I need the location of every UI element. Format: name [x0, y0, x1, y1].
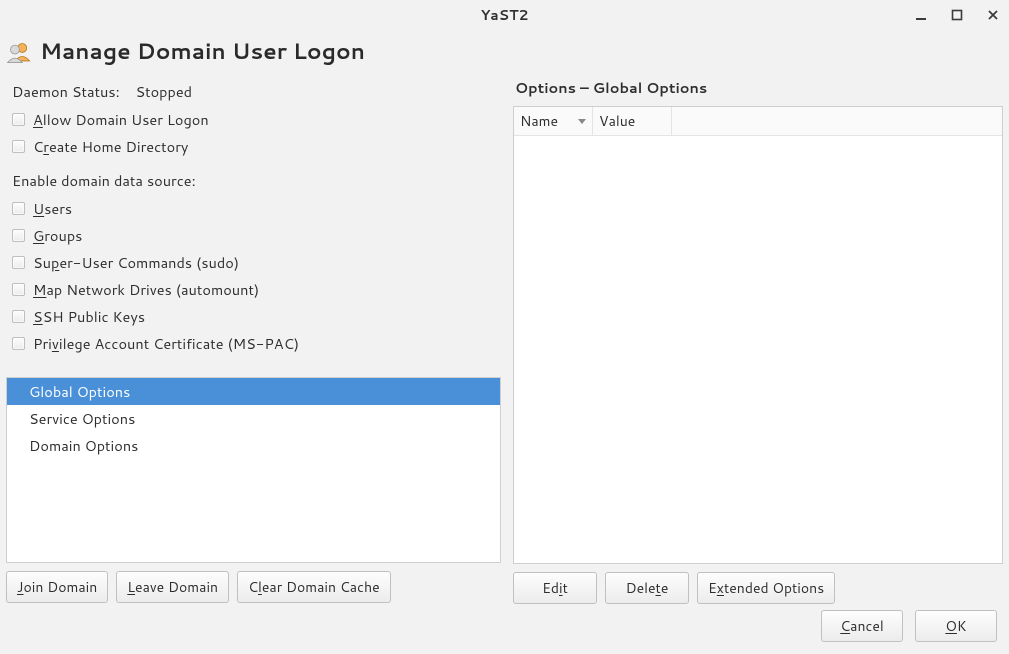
edit-button[interactable]: Edit: [513, 572, 597, 604]
table-header: Name Value: [514, 107, 1002, 136]
checkbox-create-home-input[interactable]: [12, 140, 25, 153]
checkbox-sudo[interactable]: Super-User Commands (sudo): [6, 249, 501, 276]
cancel-button[interactable]: Cancel: [821, 610, 903, 642]
dialog-footer: Cancel OK: [821, 610, 997, 642]
chevron-down-icon: [578, 119, 586, 124]
checkbox-sudo-input[interactable]: [12, 256, 25, 269]
options-item-domain[interactable]: Domain Options: [7, 432, 500, 459]
options-item-global[interactable]: Global Options: [7, 378, 500, 405]
titlebar: YaST2: [0, 0, 1009, 30]
table-body: [514, 136, 1002, 563]
options-item-label: Service Options: [29, 408, 135, 429]
minimize-icon[interactable]: [913, 7, 929, 23]
right-panel: Options – Global Options Name Value Edit…: [513, 77, 1003, 604]
options-caption: Options – Global Options: [513, 77, 1003, 106]
col-header-value-label: Value: [599, 111, 635, 131]
checkbox-users-input[interactable]: [12, 202, 25, 215]
checkbox-create-home-label: Create Home Directory: [33, 136, 188, 157]
window-controls: [913, 0, 1001, 30]
options-table[interactable]: Name Value: [513, 106, 1003, 564]
checkbox-mapnet-label: Map Network Drives (automount): [33, 279, 259, 300]
page-header: Manage Domain User Logon: [0, 30, 1009, 77]
checkbox-ssh-label: SSH Public Keys: [33, 306, 145, 327]
checkbox-mapnet-input[interactable]: [12, 283, 25, 296]
checkbox-ssh[interactable]: SSH Public Keys: [6, 303, 501, 330]
delete-button[interactable]: Delete: [605, 572, 689, 604]
daemon-status-value: Stopped: [135, 81, 192, 102]
close-icon[interactable]: [985, 7, 1001, 23]
checkbox-pac-label: Privilege Account Certificate (MS-PAC): [33, 333, 299, 354]
checkbox-pac[interactable]: Privilege Account Certificate (MS-PAC): [6, 330, 501, 357]
checkbox-create-home[interactable]: Create Home Directory: [6, 133, 501, 160]
users-icon: [6, 39, 32, 65]
checkbox-groups-label: Groups: [33, 225, 82, 246]
extended-options-button[interactable]: Extended Options: [697, 572, 835, 604]
checkbox-allow-logon[interactable]: Allow Domain User Logon: [6, 106, 501, 133]
checkbox-allow-logon-label: Allow Domain User Logon: [33, 109, 209, 130]
checkbox-groups[interactable]: Groups: [6, 222, 501, 249]
checkbox-groups-input[interactable]: [12, 229, 25, 242]
page-title: Manage Domain User Logon: [40, 36, 365, 67]
options-item-label: Domain Options: [29, 435, 138, 456]
checkbox-users[interactable]: Users: [6, 195, 501, 222]
leave-domain-button[interactable]: Leave Domain: [116, 571, 229, 603]
options-item-service[interactable]: Service Options: [7, 405, 500, 432]
checkbox-mapnet[interactable]: Map Network Drives (automount): [6, 276, 501, 303]
checkbox-sudo-label: Super-User Commands (sudo): [33, 252, 239, 273]
ok-button[interactable]: OK: [915, 610, 997, 642]
window-title: YaST2: [480, 5, 528, 25]
join-domain-button[interactable]: Join Domain: [6, 571, 108, 603]
col-header-value[interactable]: Value: [593, 107, 672, 135]
daemon-status: Daemon Status: Stopped: [6, 77, 501, 106]
enable-source-label: Enable domain data source:: [6, 160, 501, 195]
col-header-filler: [672, 107, 1002, 135]
checkbox-allow-logon-input[interactable]: [12, 113, 25, 126]
checkbox-users-label: Users: [33, 198, 72, 219]
clear-cache-button[interactable]: Clear Domain Cache: [237, 571, 391, 603]
left-panel: Daemon Status: Stopped Allow Domain User…: [6, 77, 501, 604]
checkbox-pac-input[interactable]: [12, 337, 25, 350]
checkbox-ssh-input[interactable]: [12, 310, 25, 323]
col-header-name-label: Name: [520, 111, 558, 131]
options-item-label: Global Options: [29, 381, 130, 402]
col-header-name[interactable]: Name: [514, 107, 593, 135]
maximize-icon[interactable]: [949, 7, 965, 23]
daemon-status-label: Daemon Status:: [12, 81, 120, 102]
options-list[interactable]: Global Options Service Options Domain Op…: [6, 377, 501, 563]
